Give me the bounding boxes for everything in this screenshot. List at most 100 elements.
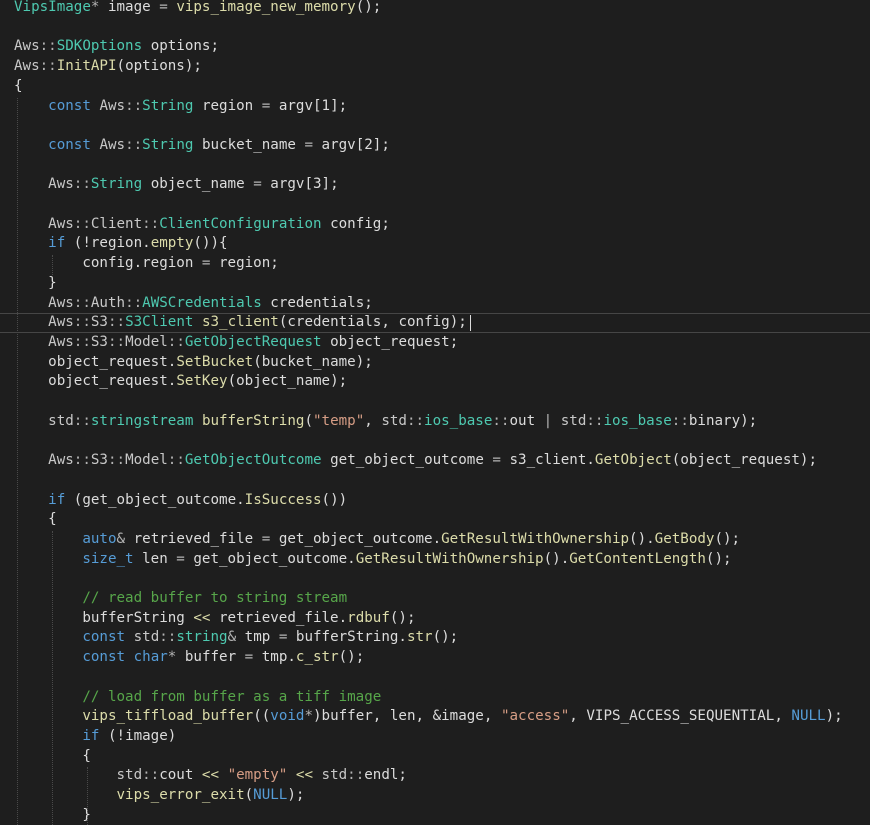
code-editor[interactable]: VipsImage* image = vips_image_new_memory… xyxy=(0,0,870,825)
code-token: , xyxy=(364,412,382,429)
code-line[interactable]: const std::string& tmp = bufferString.st… xyxy=(14,628,458,648)
code-token: "temp" xyxy=(312,412,365,429)
code-token: ); xyxy=(799,452,818,469)
code-line[interactable]: } xyxy=(14,274,57,294)
code-token: << xyxy=(193,767,228,784)
code-line[interactable]: if (get_object_outcome.IsSuccess()) xyxy=(14,491,347,511)
code-token: :: xyxy=(39,38,57,55)
code-token: :: xyxy=(73,412,91,429)
code-line[interactable]: std::stringstream bufferString("temp", s… xyxy=(14,412,757,432)
code-token: credentials xyxy=(287,314,382,331)
code-line[interactable]: // read buffer to string stream xyxy=(14,589,347,609)
code-token: // load from buffer as a tiff image xyxy=(82,688,382,705)
code-token: = xyxy=(253,97,279,114)
code-line[interactable]: { xyxy=(14,77,23,97)
code-token: if xyxy=(48,235,66,252)
code-token: ios_base xyxy=(603,412,672,429)
code-token: ; xyxy=(381,215,390,232)
code-token: . xyxy=(398,629,407,646)
code-token: object_request xyxy=(48,353,168,370)
code-line[interactable]: VipsImage* image = vips_image_new_memory… xyxy=(14,0,381,18)
code-token: image xyxy=(125,727,168,744)
code-token: argv xyxy=(321,136,356,153)
code-token: :: xyxy=(406,412,425,429)
code-token: Aws xyxy=(48,215,74,232)
code-token: VipsImage xyxy=(14,0,91,15)
code-token: stringstream xyxy=(90,412,194,429)
code-token: NULL xyxy=(791,708,826,725)
code-line[interactable]: auto& retrieved_file = get_object_outcom… xyxy=(14,530,740,550)
code-line[interactable]: std::cout << "empty" << std::endl; xyxy=(14,766,407,786)
code-token: if xyxy=(82,727,100,744)
code-line[interactable]: { xyxy=(14,747,91,767)
code-line[interactable]: Aws::S3::Model::GetObjectRequest object_… xyxy=(14,333,458,353)
code-token: = xyxy=(150,0,177,15)
code-token: ); xyxy=(355,353,373,370)
code-token: tmp xyxy=(261,649,288,666)
code-line[interactable]: bufferString << retrieved_file.rdbuf(); xyxy=(14,609,415,629)
code-line[interactable]: Aws::Client::ClientConfiguration config; xyxy=(14,215,390,235)
code-line[interactable]: Aws::InitAPI(options); xyxy=(14,57,202,77)
code-token: vips_tiffload_buffer xyxy=(82,708,254,725)
code-token: :: xyxy=(159,629,177,646)
code-token: Aws xyxy=(48,314,74,331)
code-token: (! xyxy=(65,235,91,252)
code-token: auto xyxy=(82,530,117,547)
code-line[interactable]: Aws::S3::S3Client s3_client(credentials,… xyxy=(0,313,870,333)
code-line[interactable]: const char* buffer = tmp.c_str(); xyxy=(14,648,364,668)
code-line[interactable]: config.region = region; xyxy=(14,254,278,274)
code-token: :: xyxy=(167,333,185,350)
code-line[interactable]: Aws::S3::Model::GetObjectOutcome get_obj… xyxy=(14,451,817,471)
code-line[interactable]: const Aws::String region = argv[1]; xyxy=(14,97,347,117)
code-line[interactable]: Aws::String object_name = argv[3]; xyxy=(14,175,338,195)
code-line[interactable]: // load from buffer as a tiff image xyxy=(14,688,381,708)
code-token: config xyxy=(398,314,450,331)
code-token: Model xyxy=(125,333,168,350)
code-token: get_object_outcome xyxy=(330,452,484,469)
code-line[interactable]: object_request.SetBucket(bucket_name); xyxy=(14,353,373,373)
code-token: ios_base xyxy=(424,412,493,429)
code-line[interactable]: object_request.SetKey(object_name); xyxy=(14,372,347,392)
code-token: (! xyxy=(99,727,126,744)
code-token: String xyxy=(90,176,143,193)
code-token: ); xyxy=(330,373,348,390)
code-token: options xyxy=(150,38,211,55)
code-line[interactable]: size_t len = get_object_outcome.GetResul… xyxy=(14,550,731,570)
code-line[interactable]: Aws::Auth::AWSCredentials credentials; xyxy=(14,294,373,314)
code-token: = xyxy=(236,649,262,666)
code-token: const xyxy=(82,649,126,666)
code-token: GetContentLength xyxy=(569,550,706,567)
code-line[interactable]: vips_tiffload_buffer((void*)buffer, len,… xyxy=(14,707,842,727)
code-token: :: xyxy=(347,767,365,784)
code-line[interactable]: { xyxy=(14,510,57,530)
code-line[interactable]: const Aws::String bucket_name = argv[2]; xyxy=(14,136,390,156)
code-token: (). xyxy=(543,550,570,567)
code-token: String xyxy=(142,97,194,114)
code-line[interactable]: } xyxy=(14,806,91,825)
code-token: GetBody xyxy=(654,530,715,547)
code-token: (); xyxy=(338,649,365,666)
code-token: ()) xyxy=(321,491,348,508)
code-token: std xyxy=(560,412,587,429)
code-line[interactable]: if (!region.empty()){ xyxy=(14,234,227,254)
code-line[interactable]: vips_error_exit(NULL); xyxy=(14,786,305,806)
code-line[interactable]: if (!image) xyxy=(14,727,176,747)
code-token: options xyxy=(125,58,185,75)
code-line[interactable]: Aws::SDKOptions options; xyxy=(14,37,219,57)
code-token: String xyxy=(142,136,194,153)
code-token: << xyxy=(184,609,220,626)
code-token: * xyxy=(304,708,313,725)
